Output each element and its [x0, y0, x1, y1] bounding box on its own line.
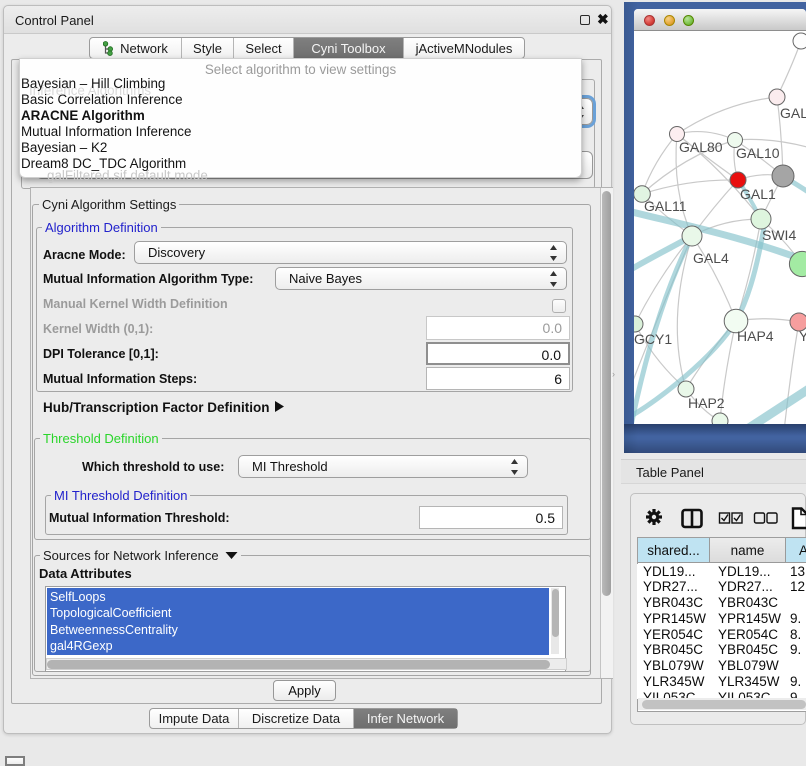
svg-text:GAL10: GAL10	[736, 145, 780, 161]
svg-text:GCY1: GCY1	[634, 331, 672, 347]
svg-text:GAL4: GAL4	[693, 250, 729, 266]
svg-text:Y: Y	[799, 328, 806, 344]
svg-text:GAL11: GAL11	[644, 198, 687, 214]
svg-text:HAP2: HAP2	[688, 395, 725, 411]
svg-text:GAL2: GAL2	[780, 105, 806, 121]
svg-text:HAP4: HAP4	[737, 328, 774, 344]
svg-text:GAL1: GAL1	[740, 186, 776, 202]
svg-text:GAL80: GAL80	[679, 139, 723, 155]
svg-text:SWI4: SWI4	[762, 227, 796, 243]
